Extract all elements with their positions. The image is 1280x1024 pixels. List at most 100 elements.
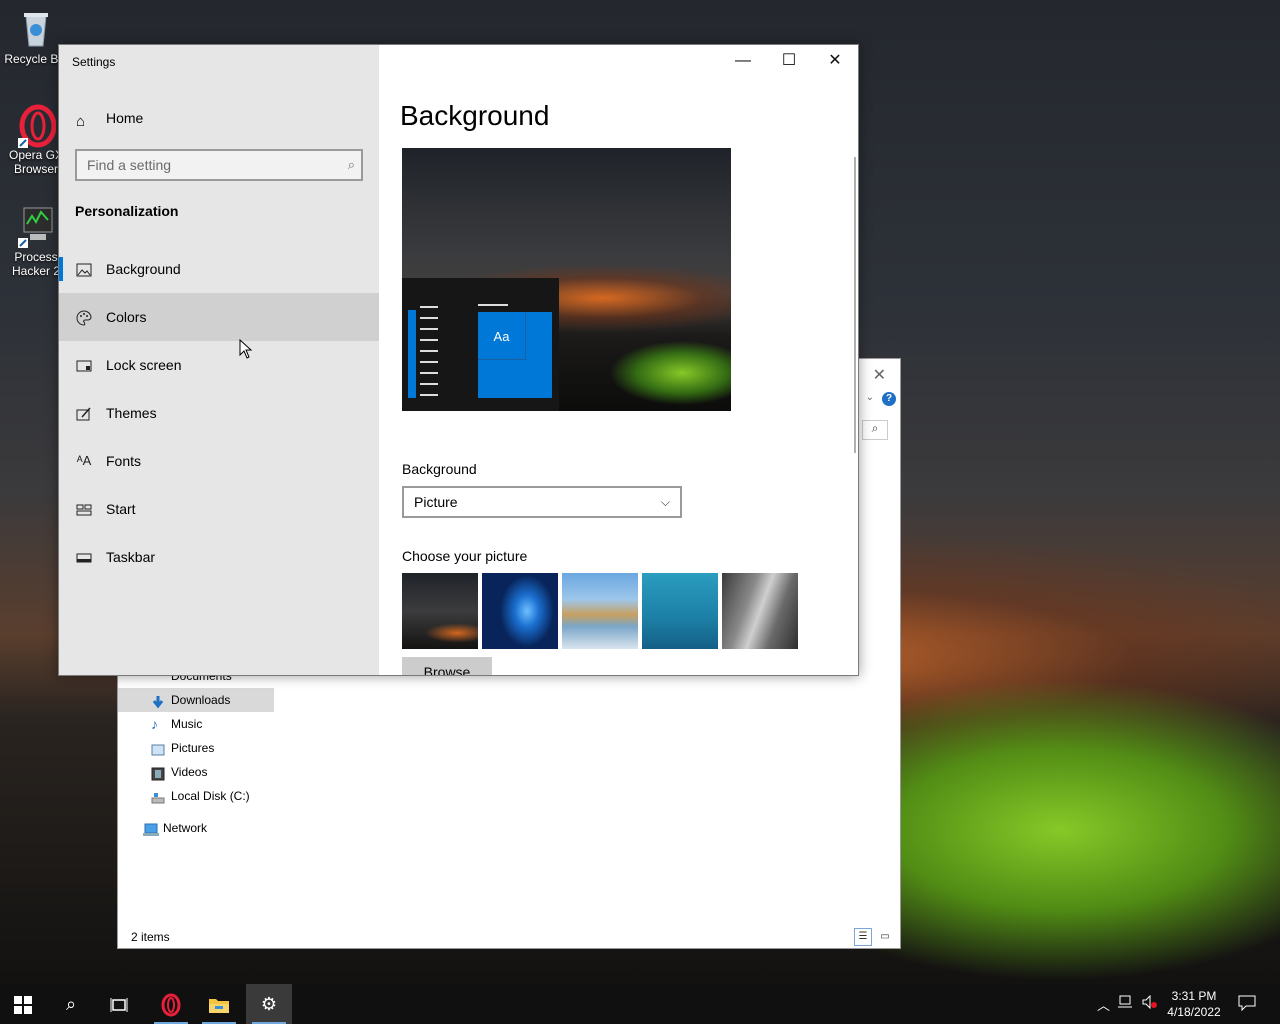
taskbar-opera-gx-icon[interactable] <box>148 984 194 1024</box>
preview-sidebar-strip <box>408 310 416 398</box>
recycle-bin-icon <box>16 8 56 48</box>
picture-thumbnail-night-sky[interactable] <box>402 573 478 649</box>
show-hidden-icons-chevron-icon[interactable]: ︿ <box>1097 995 1110 1014</box>
background-type-label: Background <box>402 461 477 477</box>
help-icon[interactable]: ? <box>882 392 896 406</box>
search-icon[interactable]: ⌕ <box>348 151 355 179</box>
sidebar-item-lock-screen[interactable]: Lock screen <box>59 341 379 389</box>
picture-thumbnail-windows[interactable] <box>482 573 558 649</box>
windows-logo-icon <box>14 996 32 1015</box>
nav-item-downloads[interactable]: Downloads <box>118 688 274 712</box>
nav-item-videos[interactable]: Videos <box>118 760 278 784</box>
page-title: Background <box>400 100 550 131</box>
search-input[interactable]: Find a setting ⌕ <box>75 149 363 181</box>
sidebar-item-label: Start <box>106 501 136 517</box>
sidebar-item-label: Taskbar <box>106 549 156 565</box>
network-icon <box>143 821 159 836</box>
brush-icon <box>74 389 94 437</box>
chevron-down-icon: ⌵ <box>660 495 670 509</box>
picture-thumbnail-underwater[interactable] <box>642 573 718 649</box>
start-menu-preview: Aa <box>402 278 559 411</box>
taskbar-file-explorer-icon[interactable] <box>196 984 242 1024</box>
nav-item-music[interactable]: ♪ Music <box>118 712 278 736</box>
view-buttons: ☰ ▭ <box>854 928 894 946</box>
nav-item-label: Music <box>171 717 203 731</box>
background-preview: Aa <box>402 148 731 411</box>
preview-list-lines <box>420 306 438 405</box>
nav-item-label: Network <box>163 821 208 835</box>
clock-time: 3:31 PM <box>1171 989 1217 1003</box>
palette-icon <box>74 293 94 341</box>
status-bar-text: 2 items <box>131 930 170 944</box>
scrollbar[interactable] <box>854 157 856 453</box>
lock-screen-icon <box>74 341 94 389</box>
nav-item-label: Downloads <box>171 693 231 707</box>
mouse-cursor-icon <box>239 339 253 359</box>
sidebar-item-start[interactable]: Start <box>59 485 379 533</box>
system-clock[interactable]: 3:31 PM 4/18/2022 <box>1162 988 1226 1020</box>
picture-thumbnail-beach-rocks[interactable] <box>562 573 638 649</box>
sidebar-item-background[interactable]: Background <box>59 245 379 293</box>
videos-icon <box>151 765 165 781</box>
taskbar-search-icon[interactable]: ⌕ <box>48 984 94 1024</box>
pictures-icon <box>151 741 165 756</box>
nav-item-local-disk[interactable]: Local Disk (C:) <box>118 784 278 808</box>
nav-item-network[interactable]: Network <box>118 816 278 840</box>
home-label: Home <box>106 110 144 126</box>
start-icon <box>74 485 94 533</box>
details-view-icon[interactable]: ☰ <box>854 928 872 946</box>
sidebar-item-label: Colors <box>106 309 147 325</box>
search-icon[interactable]: ⌕ <box>862 420 888 440</box>
sidebar-item-label: Fonts <box>106 453 142 469</box>
sidebar-item-label: Themes <box>106 405 157 421</box>
drive-icon <box>151 789 165 804</box>
sidebar-item-label: Background <box>106 261 181 277</box>
sidebar-item-label: Lock screen <box>106 357 182 373</box>
preview-tiles: Aa <box>478 312 552 398</box>
background-type-dropdown[interactable]: Picture ⌵ <box>402 486 682 518</box>
start-button[interactable] <box>0 984 46 1024</box>
volume-muted-icon[interactable] <box>1142 994 1158 1012</box>
browse-button[interactable]: Browse <box>402 657 492 675</box>
close-icon[interactable]: ✕ <box>873 365 886 385</box>
dropdown-value: Picture <box>414 494 458 510</box>
task-view-icon[interactable] <box>96 984 142 1024</box>
sidebar-item-themes[interactable]: Themes <box>59 389 379 437</box>
nav-item-label: Pictures <box>171 741 215 755</box>
preview-tile-text: Aa <box>478 312 526 360</box>
sidebar-item-colors[interactable]: Colors <box>59 293 379 341</box>
sidebar-item-fonts[interactable]: ᴬA Fonts <box>59 437 379 485</box>
clock-date: 4/18/2022 <box>1167 1005 1221 1019</box>
search-placeholder: Find a setting <box>87 157 172 173</box>
action-center-icon[interactable] <box>1238 995 1256 1014</box>
personalization-menu: Background Colors Lock screen Themes ᴬA … <box>59 245 379 581</box>
home-button[interactable]: ⌂ Home <box>59 105 379 131</box>
font-icon: ᴬA <box>76 453 92 468</box>
opera-gx-icon <box>16 104 57 148</box>
download-icon <box>151 693 165 709</box>
picture-thumbnails <box>402 573 798 649</box>
picture-thumbnail-rock-face[interactable] <box>722 573 798 649</box>
settings-window: Settings ⌂ Home Find a setting ⌕ Persona… <box>58 44 859 676</box>
choose-picture-label: Choose your picture <box>402 548 528 564</box>
navigation-pane: Documents Downloads ♪ Music Pictures Vide… <box>118 664 278 840</box>
picture-icon <box>74 245 94 293</box>
taskbar-icon <box>74 533 94 581</box>
settings-sidebar: Settings ⌂ Home Find a setting ⌕ Persona… <box>59 45 379 675</box>
sidebar-item-taskbar[interactable]: Taskbar <box>59 533 379 581</box>
nav-item-label: Local Disk (C:) <box>171 789 250 803</box>
taskbar: ⌕ ⚙ ︿ 3:31 PM 4/18/2022 <box>0 984 1280 1024</box>
music-icon: ♪ <box>151 716 158 732</box>
nav-item-label: Videos <box>171 765 208 779</box>
chevron-down-icon[interactable]: ⌄ <box>866 392 874 403</box>
taskbar-settings-icon[interactable]: ⚙ <box>246 984 292 1024</box>
home-icon: ⌂ <box>76 113 86 130</box>
preview-header-line <box>478 304 508 306</box>
section-title: Personalization <box>75 203 179 219</box>
process-hacker-icon <box>16 206 56 248</box>
window-title: Settings <box>72 55 116 69</box>
network-status-icon[interactable] <box>1118 995 1134 1012</box>
large-icons-view-icon[interactable]: ▭ <box>876 928 894 946</box>
nav-item-pictures[interactable]: Pictures <box>118 736 278 760</box>
settings-content: Background Aa Background Picture ⌵ Choos… <box>379 45 858 675</box>
